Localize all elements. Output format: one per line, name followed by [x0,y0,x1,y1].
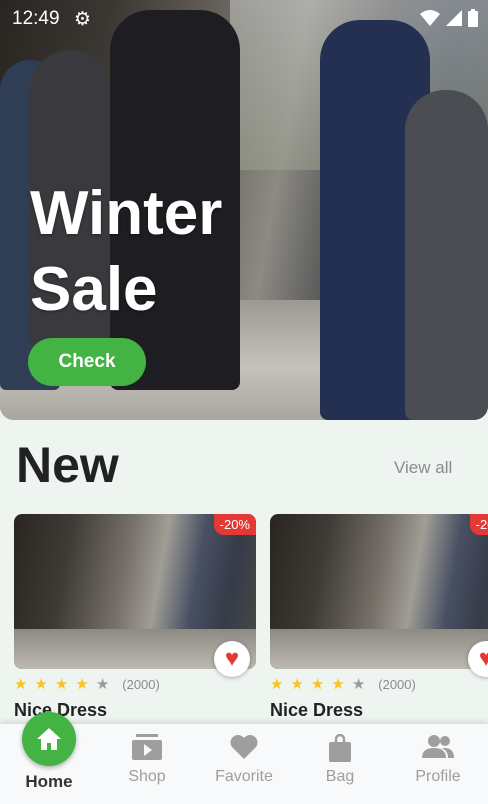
hero-photo-figure [405,90,488,420]
profile-icon [393,734,483,762]
shop-icon [102,734,192,762]
product-name: Nice Dress [270,700,364,720]
rating-stars: ★ ★ ★ ★ ★ (2000) [14,675,160,693]
nav-label: Favorite [215,768,273,785]
hero-title-line: Winter [30,179,223,248]
star-icon: ★ [54,676,69,693]
status-bar: 12:49 ⚙ [0,0,488,36]
nav-item-profile[interactable]: Profile [393,724,483,804]
discount-badge: -20% [213,514,256,535]
product-card[interactable]: -20% ♥ ★ ★ ★ ★ ★ (2000) Nice Dress [14,514,256,720]
signal-icon [446,10,462,26]
home-icon [37,728,61,750]
hero-banner: 12:49 ⚙ Winter Sale Check [0,0,488,420]
product-image: -20% [270,514,488,669]
view-all-link[interactable]: View all [394,458,452,478]
nav-label: Shop [128,768,166,785]
discount-badge: -20% [469,514,488,535]
star-icon: ★ [290,676,304,693]
nav-item-home[interactable] [22,712,76,766]
check-button[interactable]: Check [28,338,146,386]
app-screen: 12:49 ⚙ Winter Sale Check New View all -… [0,0,488,804]
nav-item-shop[interactable]: Shop [102,724,192,804]
status-icons [420,9,478,27]
star-icon: ★ [351,676,366,693]
heart-icon [199,734,289,762]
star-icon: ★ [95,676,110,693]
star-icon: ★ [14,676,28,693]
status-time: 12:49 [12,8,60,29]
star-icon: ★ [75,676,89,693]
product-card[interactable]: -20% ♥ ★ ★ ★ ★ ★ (2000) Nice Dress [270,514,488,720]
section-title: New [16,437,119,493]
gear-icon: ⚙ [74,9,92,30]
favorite-heart-icon[interactable]: ♥ [214,641,250,677]
nav-label: Bag [325,768,355,785]
nav-label-home[interactable]: Home [0,772,98,792]
nav-label: Profile [415,768,461,785]
star-icon: ★ [331,676,345,693]
hero-title: Winter Sale [30,176,222,328]
bag-icon [295,734,385,762]
star-icon: ★ [34,676,48,693]
battery-icon [468,9,478,27]
nav-item-bag[interactable]: Bag [295,724,385,804]
star-icon: ★ [270,676,284,693]
hero-title-line: Sale [30,255,158,324]
review-count: (2000) [378,676,416,692]
product-image-ground [270,629,488,669]
review-count: (2000) [122,676,160,692]
star-icon: ★ [310,676,325,693]
wifi-icon [420,10,440,26]
nav-item-favorite[interactable]: Favorite [199,724,289,804]
rating-stars: ★ ★ ★ ★ ★ (2000) [270,675,416,693]
